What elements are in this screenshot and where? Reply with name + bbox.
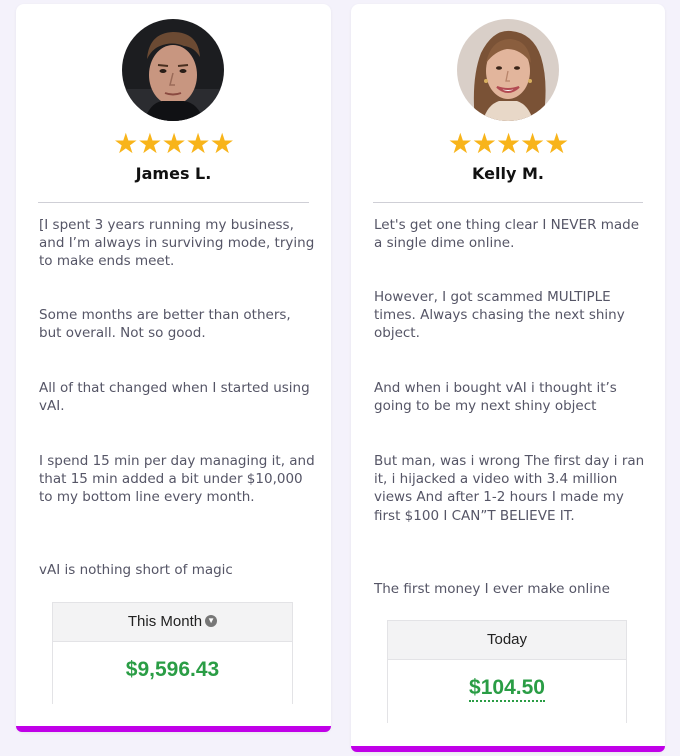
accent-bar xyxy=(351,746,665,752)
testimonial-paragraph: The first money I ever make online xyxy=(374,581,610,597)
reviewer-name: James L. xyxy=(135,164,212,183)
earnings-period-label: Today xyxy=(486,631,528,648)
avatar-james xyxy=(122,19,224,121)
testimonial-paragraph: But man, was i wrong The first day i ran… xyxy=(374,453,645,524)
accent-bar xyxy=(16,726,331,732)
earnings-amount[interactable]: $104.50 xyxy=(469,676,545,702)
earnings-amount-box: $104.50 xyxy=(388,660,626,723)
testimonial-paragraph: Some months are better than others, but … xyxy=(39,307,291,342)
testimonial-paragraph: However, I got scammed MULTIPLE times. A… xyxy=(374,289,625,342)
testimonial-paragraph: All of that changed when I started using… xyxy=(39,380,310,415)
avatar-james-photo xyxy=(122,19,224,121)
avatar-kelly-photo xyxy=(457,19,559,121)
earnings-period-header: Today xyxy=(388,621,626,660)
testimonial-paragraph: I spend 15 min per day managing it, and … xyxy=(39,453,315,506)
testimonial-paragraph: vAI is nothing short of magic xyxy=(39,562,233,578)
earnings-widget: This Month ▼ $9,596.43 xyxy=(52,602,293,705)
testimonial-paragraph: And when i bought vAI i thought it’s goi… xyxy=(374,380,617,415)
star-rating: ★★★★★ xyxy=(447,127,570,160)
earnings-period-label: This Month xyxy=(127,613,203,630)
testimonial-paragraph: Let's get one thing clear I NEVER made a… xyxy=(374,217,640,252)
divider xyxy=(38,202,309,203)
earnings-widget: Today $104.50 xyxy=(387,620,627,723)
testimonial-card-kelly: ★★★★★ Kelly M. Let's get one thing clear… xyxy=(351,4,665,752)
reviewer-name: Kelly M. xyxy=(472,164,544,183)
star-rating: ★★★★★ xyxy=(113,127,235,160)
earnings-amount-box: $9,596.43 xyxy=(53,642,292,705)
earnings-amount: $9,596.43 xyxy=(125,658,220,681)
avatar-kelly xyxy=(457,19,559,121)
earnings-period-select[interactable]: This Month ▼ xyxy=(53,603,292,642)
divider xyxy=(373,202,643,203)
chevron-down-icon: ▼ xyxy=(205,615,218,628)
testimonial-card-james: ★★★★★ James L. [I spent 3 years running … xyxy=(16,4,331,732)
testimonial-paragraph: [I spent 3 years running my business, an… xyxy=(39,217,315,270)
